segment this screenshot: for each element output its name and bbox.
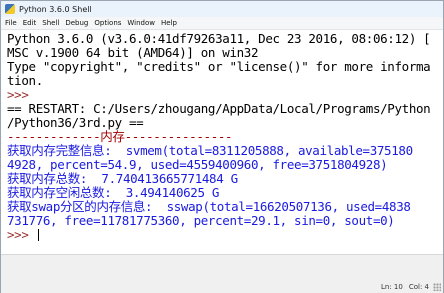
menu-window[interactable]: Window — [124, 19, 158, 27]
line-number: Ln: 10 — [381, 283, 403, 291]
resize-grip-icon[interactable] — [433, 283, 441, 291]
title-bar[interactable]: Python 3.6.0 Shell — [1, 1, 443, 17]
menu-shell[interactable]: Shell — [39, 19, 62, 27]
cursor-position: Ln: 10 Col: 4 — [381, 283, 429, 291]
shell-line-banner-1: Python 3.6.0 (v3.6.0:41df79263a11, Dec 2… — [7, 31, 431, 46]
window-title: Python 3.6.0 Shell — [19, 4, 92, 14]
shell-line-output: 获取内存完整信息: svmem(total=8311205888, availa… — [7, 143, 413, 158]
shell-prompt-current: >>> — [7, 227, 36, 242]
text-cursor — [38, 229, 39, 241]
menu-options[interactable]: Options — [91, 19, 124, 27]
shell-line-banner-4: tion. — [7, 73, 43, 88]
shell-prompt: >>> — [7, 87, 36, 102]
menu-file[interactable]: File — [1, 19, 20, 27]
shell-line-restart-1: == RESTART: C:/Users/zhougang/AppData/Lo… — [7, 101, 431, 116]
menu-debug[interactable]: Debug — [62, 19, 91, 27]
shell-line-output: 731776, free=11781775360, percent=29.1, … — [7, 213, 395, 228]
status-bar: Ln: 10 Col: 4 — [1, 254, 443, 293]
shell-line-output: 获取内存空闲总数: 3.494140625 G — [7, 185, 220, 200]
column-number: Col: 4 — [408, 283, 429, 291]
menu-bar: File Edit Shell Debug Options Window Hel… — [1, 17, 443, 30]
idle-shell-window: Python 3.6.0 Shell File Edit Shell Debug… — [0, 0, 444, 293]
shell-output-area[interactable]: Python 3.6.0 (v3.6.0:41df79263a11, Dec 2… — [1, 30, 443, 254]
shell-line-output: 获取swap分区的内存信息: sswap(total=16620507136, … — [7, 199, 411, 214]
menu-edit[interactable]: Edit — [20, 19, 40, 27]
shell-line-restart-2: /Python36/3rd.py == — [7, 115, 144, 130]
shell-line-banner-3: Type "copyright", "credits" or "license(… — [7, 59, 431, 74]
shell-line-output: 4928, percent=54.9, used=4559400960, fre… — [7, 157, 388, 172]
shell-line-output: 获取内存总数: 7.740413665771484 G — [7, 171, 238, 186]
python-logo-icon — [5, 4, 15, 14]
shell-line-banner-2: MSC v.1900 64 bit (AMD64)] on win32 — [7, 45, 259, 60]
shell-line-memory-header: -------------内存--------------- — [7, 129, 233, 144]
menu-help[interactable]: Help — [158, 19, 180, 27]
